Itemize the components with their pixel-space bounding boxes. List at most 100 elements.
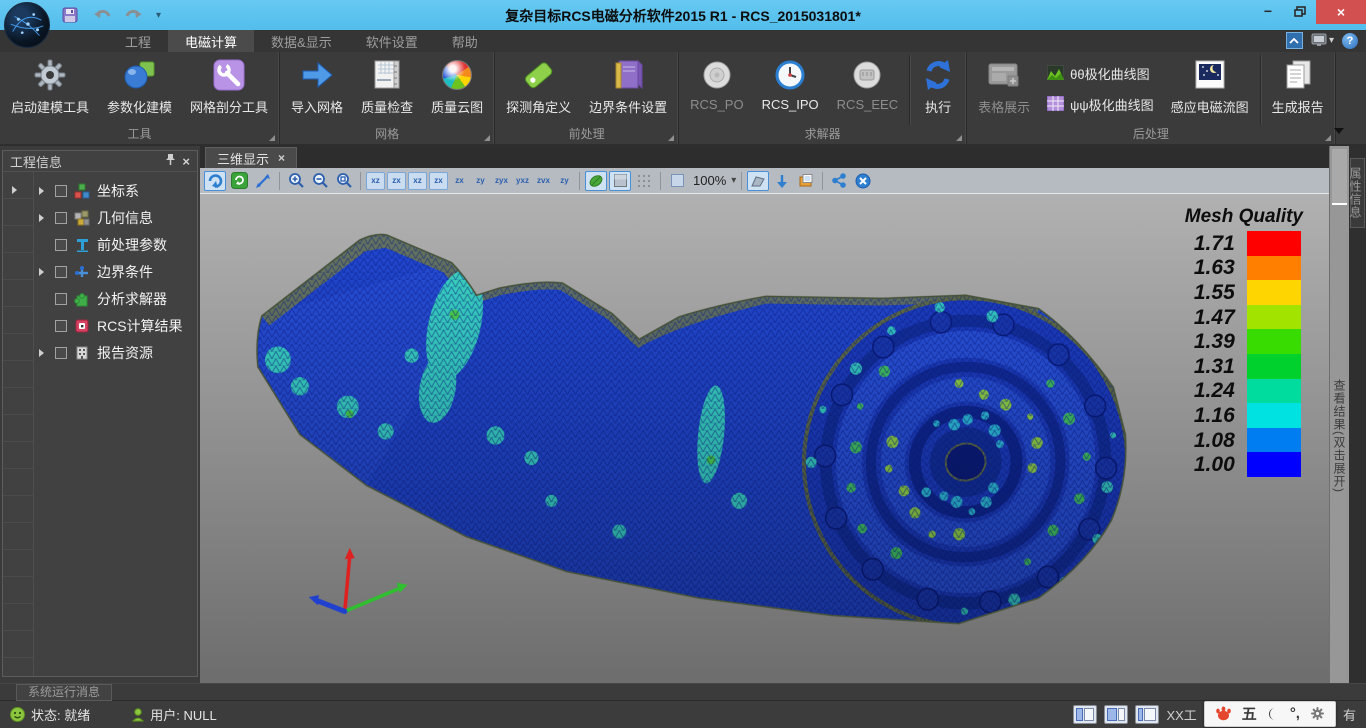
checkbox[interactable] <box>55 266 67 278</box>
checkbox[interactable] <box>55 185 67 197</box>
view-left-button[interactable]: xz <box>408 172 427 190</box>
tree-item-geometry-info[interactable]: 几何信息 <box>3 204 197 231</box>
tab-data-display[interactable]: 数据&显示 <box>254 30 349 52</box>
rcs-po-button[interactable]: RCS_PO <box>681 52 752 112</box>
restore-button[interactable] <box>1284 0 1316 22</box>
view-bottom-button[interactable]: zy <box>471 172 490 190</box>
checkbox[interactable] <box>55 293 67 305</box>
mesh-tool-button[interactable]: 网格剖分工具 <box>181 52 277 116</box>
system-message-tab[interactable]: 系统运行消息 <box>16 684 112 701</box>
panel-close-icon[interactable]: × <box>182 154 190 169</box>
boundary-settings-button[interactable]: 边界条件设置 <box>580 52 676 116</box>
view-top-button[interactable]: zx <box>450 172 469 190</box>
group-expand-icon[interactable] <box>269 135 275 141</box>
tab-settings[interactable]: 软件设置 <box>349 30 435 52</box>
rcs-eec-button[interactable]: RCS_EEC <box>828 52 907 112</box>
ime-halfmoon-icon[interactable] <box>1267 707 1280 721</box>
expand-icon[interactable] <box>39 268 49 276</box>
scrollbar-thumb[interactable] <box>1332 149 1347 205</box>
tree-item-report-resources[interactable]: 报告资源 <box>3 339 197 366</box>
undo-button[interactable] <box>92 5 112 25</box>
group-expand-icon[interactable] <box>668 135 674 141</box>
tab-project[interactable]: 工程 <box>108 30 168 52</box>
share-button[interactable] <box>828 171 850 191</box>
zoom-in-button[interactable] <box>285 171 307 191</box>
generate-report-button[interactable]: 生成报告 <box>1263 52 1333 116</box>
zoom-dropdown-icon[interactable]: ▾ <box>731 175 736 186</box>
tree-item-preprocess-params[interactable]: 前处理参数 <box>3 231 197 258</box>
collapse-ribbon-button[interactable] <box>1286 32 1303 49</box>
ime-mode-button[interactable]: 五 <box>1242 703 1257 724</box>
tab-help[interactable]: 帮助 <box>435 30 495 52</box>
group-expand-icon[interactable] <box>484 135 490 141</box>
group-expand-icon[interactable] <box>1325 135 1331 141</box>
toolbar-overflow-icon[interactable] <box>1334 128 1344 134</box>
properties-collapsed-tab[interactable]: 属性信息 <box>1350 158 1365 228</box>
probe-angle-button[interactable]: 探测角定义 <box>497 52 580 116</box>
quality-check-button[interactable]: 质量检查 <box>352 52 422 116</box>
group-expand-icon[interactable] <box>956 135 962 141</box>
psi-curve-button[interactable]: ψψ极化曲线图 <box>1047 95 1154 114</box>
minimize-button[interactable]: − <box>1252 0 1284 22</box>
view-iso2-button[interactable]: yxz <box>513 172 532 190</box>
checkbox[interactable] <box>55 347 67 359</box>
save-button[interactable] <box>60 5 80 25</box>
theta-curve-button[interactable]: θθ极化曲线图 <box>1047 64 1154 83</box>
import-mesh-button[interactable]: 导入网格 <box>282 52 352 116</box>
tree-item-solver[interactable]: 分析求解器 <box>3 285 197 312</box>
layout-left-button[interactable] <box>1073 705 1097 724</box>
tree-item-coordinate-system[interactable]: 坐标系 <box>3 177 197 204</box>
view-front-button[interactable]: xz <box>366 172 385 190</box>
checkbox[interactable] <box>55 239 67 251</box>
drop-down-arrow-button[interactable] <box>771 171 793 191</box>
quick-access-dropdown-icon[interactable]: ▾ <box>156 10 161 21</box>
layout-bottom-button[interactable] <box>1135 705 1159 724</box>
execute-button[interactable]: 执行 <box>912 52 964 116</box>
zoom-level-value[interactable]: 100% <box>693 173 726 188</box>
tree-item-rcs-results[interactable]: RCS计算结果 <box>3 312 197 339</box>
layout-split-button[interactable] <box>1104 705 1128 724</box>
refresh-view-button[interactable] <box>228 171 250 191</box>
ime-settings-icon[interactable] <box>1310 706 1325 721</box>
expand-icon[interactable] <box>39 349 49 357</box>
3d-viewport[interactable]: Mesh Quality 1.71 1.63 1.55 1.47 1.39 1.… <box>200 194 1329 683</box>
expand-icon[interactable] <box>12 186 17 194</box>
tab-em-compute[interactable]: 电磁计算 <box>168 30 254 52</box>
ime-logo-icon[interactable] <box>1215 706 1232 721</box>
pan-zoom-button[interactable] <box>252 171 274 191</box>
layers-button[interactable] <box>795 171 817 191</box>
parametric-modeling-button[interactable]: 参数化建模 <box>98 52 181 116</box>
help-button[interactable]: ? <box>1342 33 1358 49</box>
rcs-ipo-button[interactable]: RCS_IPO <box>753 52 828 112</box>
expand-icon[interactable] <box>39 214 49 222</box>
smooth-shade-button[interactable] <box>585 171 607 191</box>
wireframe-button[interactable] <box>633 171 655 191</box>
tab-close-icon[interactable]: × <box>278 151 285 165</box>
induced-current-map-button[interactable]: 感应电磁流图 <box>1162 52 1258 116</box>
zoom-out-button[interactable] <box>309 171 331 191</box>
view-iso1-button[interactable]: zyx <box>492 172 511 190</box>
theme-button[interactable]: ▾ <box>1311 33 1334 48</box>
tab-3d-display[interactable]: 三维显示 × <box>205 147 297 168</box>
ime-punct-button[interactable]: °, <box>1290 705 1300 722</box>
redo-button[interactable] <box>124 5 144 25</box>
launch-modeler-button[interactable]: 启动建模工具 <box>2 52 98 116</box>
view-back-button[interactable]: zx <box>387 172 406 190</box>
results-collapsed-tab[interactable]: 查看结果(双击展开) <box>1331 379 1348 493</box>
table-view-button[interactable]: 表格展示 <box>969 52 1039 116</box>
select-mode-button[interactable] <box>747 171 769 191</box>
tree-item-boundary-conditions[interactable]: 边界条件 <box>3 258 197 285</box>
quality-cloud-button[interactable]: 质量云图 <box>422 52 492 116</box>
rotate-view-button[interactable] <box>204 171 226 191</box>
pin-icon[interactable] <box>165 153 176 169</box>
view-iso3-button[interactable]: zvx <box>534 172 553 190</box>
cancel-button[interactable] <box>852 171 874 191</box>
flat-shade-button[interactable] <box>609 171 631 191</box>
view-right-button[interactable]: zx <box>429 172 448 190</box>
expand-icon[interactable] <box>39 187 49 195</box>
checkbox[interactable] <box>55 212 67 224</box>
close-button[interactable]: × <box>1316 0 1366 24</box>
checkbox[interactable] <box>55 320 67 332</box>
zoom-fit-button[interactable] <box>333 171 355 191</box>
view-iso4-button[interactable]: zy <box>555 172 574 190</box>
